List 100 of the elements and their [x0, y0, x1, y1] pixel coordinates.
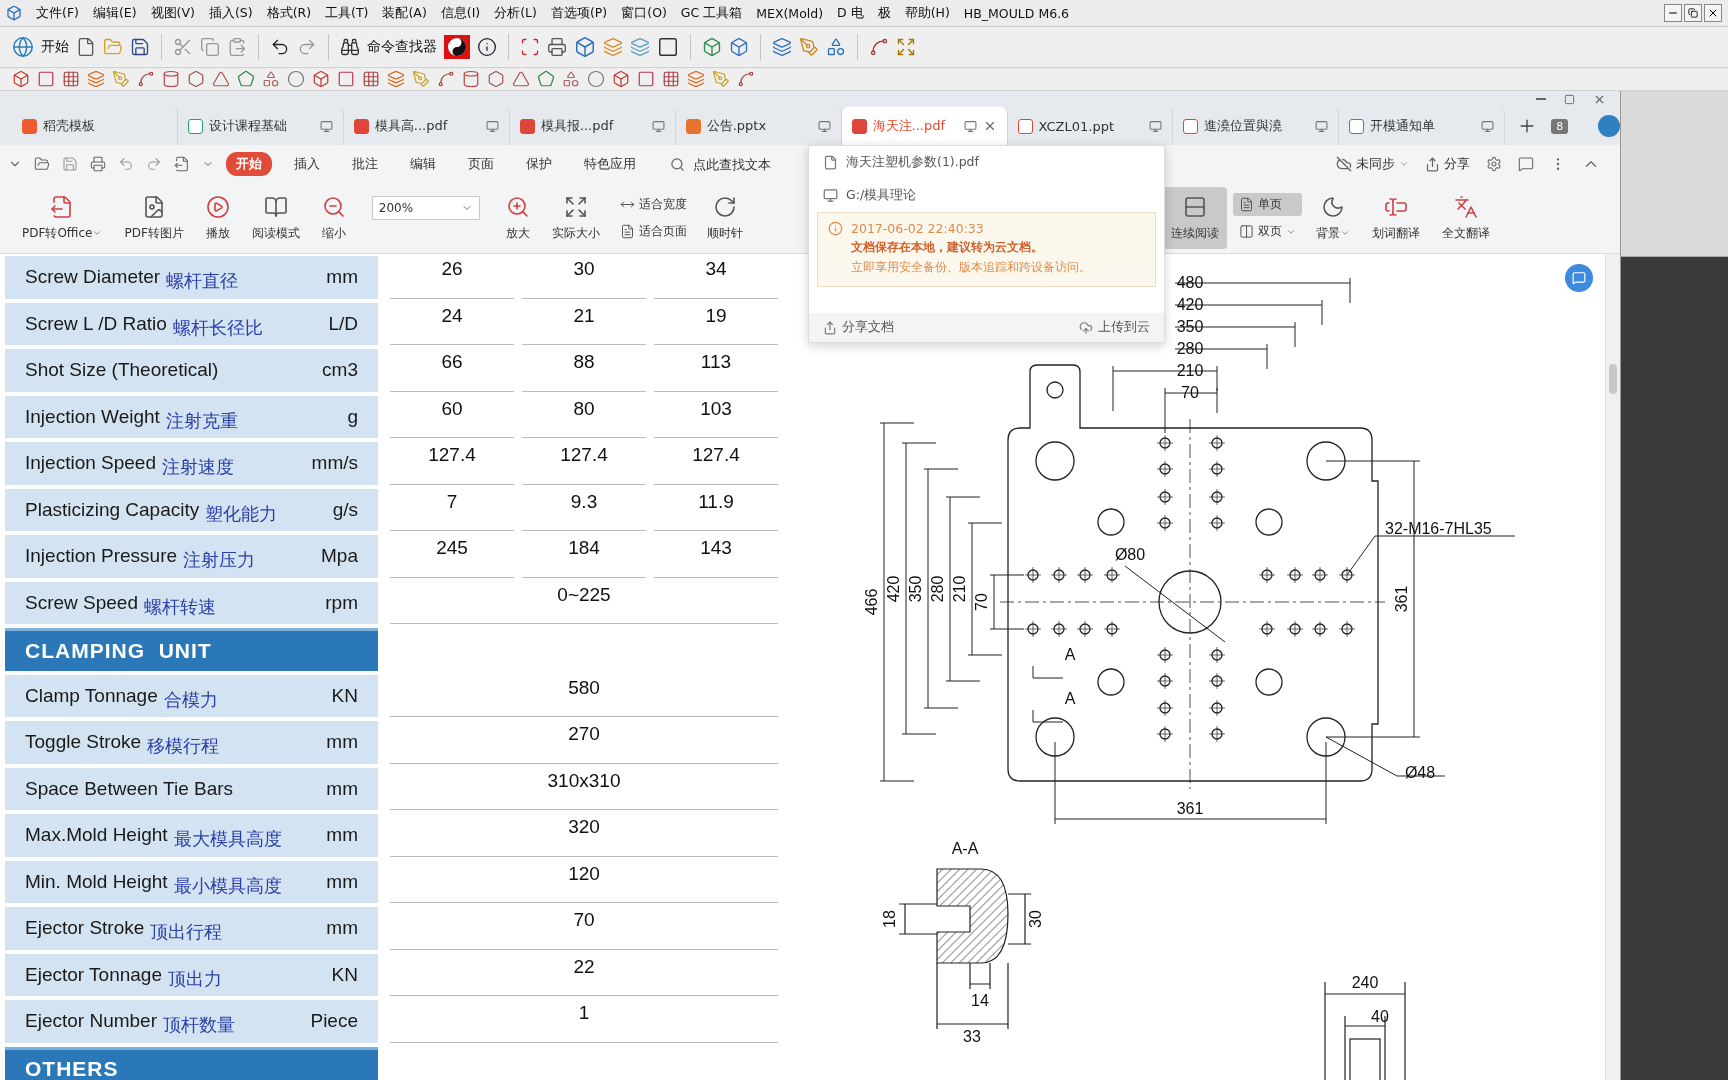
ribbon-button[interactable]: PDF转Office — [14, 187, 111, 249]
layers-icon[interactable] — [687, 70, 705, 88]
view-mode-button[interactable]: 适合页面 — [613, 220, 693, 243]
zoom-out-icon[interactable] — [321, 194, 346, 219]
menu-item[interactable]: HB_MOULD M6.6 — [963, 5, 1070, 21]
view-mode-button[interactable]: 单页 — [1232, 193, 1302, 216]
layers-icon[interactable] — [630, 37, 650, 57]
menu-item[interactable]: 装配(A) — [382, 4, 427, 22]
ribbon-button[interactable]: 阅读模式 — [243, 187, 308, 249]
grid-icon[interactable] — [662, 70, 680, 88]
document-icon[interactable] — [76, 37, 96, 57]
ribbon-button[interactable]: 划词翻译 — [1363, 187, 1428, 249]
ribbon-button[interactable]: 背景 — [1307, 187, 1358, 249]
hexagon-icon[interactable] — [487, 70, 505, 88]
search-field[interactable]: 点此查找文本 — [670, 155, 795, 173]
curve-icon[interactable] — [737, 70, 755, 88]
ribbon-tab[interactable]: 保护 — [516, 152, 562, 176]
circle-icon[interactable] — [287, 70, 305, 88]
ribbon-tab[interactable]: 插入 — [284, 152, 330, 176]
page-icon[interactable] — [619, 224, 635, 239]
undo-icon[interactable] — [270, 37, 290, 57]
document-tab[interactable]: 海天注...pdf — [841, 107, 1008, 145]
settings-icon[interactable] — [1486, 156, 1502, 172]
view-mode-button[interactable]: 适合宽度 — [613, 193, 693, 216]
hexagon-icon[interactable] — [187, 70, 205, 88]
upload-cloud-button[interactable]: 上传到云 — [1079, 319, 1150, 336]
ribbon-button[interactable]: 连续阅读 — [1162, 187, 1227, 249]
rows-icon[interactable] — [1182, 194, 1207, 219]
menu-item[interactable]: GC 工具箱 — [680, 4, 743, 22]
curve-icon[interactable] — [137, 70, 155, 88]
menu-item[interactable]: D 电 — [837, 4, 864, 22]
ribbon-button[interactable]: 缩小 — [313, 187, 354, 249]
page-icon[interactable] — [1238, 197, 1254, 212]
printer-icon[interactable] — [90, 156, 106, 172]
binoculars-icon[interactable] — [340, 37, 360, 57]
ribbon-button[interactable]: 实际大小 — [543, 187, 608, 249]
ribbon-tab[interactable]: 页面 — [458, 152, 504, 176]
menu-item[interactable]: 编辑(E) — [92, 4, 137, 22]
rotate-icon[interactable] — [712, 194, 737, 219]
ribbon-button[interactable]: 全文翻译 — [1433, 187, 1498, 249]
menu-item[interactable]: 格式(R) — [266, 4, 312, 22]
paste-icon[interactable] — [227, 37, 247, 57]
grid-icon[interactable] — [62, 70, 80, 88]
maximize-button[interactable] — [1564, 93, 1575, 105]
pentagon-icon[interactable] — [537, 70, 555, 88]
cube-icon[interactable] — [702, 37, 722, 57]
redo-icon[interactable] — [297, 37, 317, 57]
folder-icon[interactable] — [34, 156, 50, 172]
restore-button[interactable] — [1684, 4, 1702, 22]
layers-icon[interactable] — [603, 37, 623, 57]
layers-icon[interactable] — [87, 70, 105, 88]
pentagon-icon[interactable] — [237, 70, 255, 88]
ribbon-button[interactable]: PDF转图片 — [116, 187, 192, 249]
cube-icon[interactable] — [12, 70, 30, 88]
yin-yang-icon[interactable] — [444, 35, 470, 59]
share-document-button[interactable]: 分享文档 — [823, 319, 894, 336]
cylinder-icon[interactable] — [162, 70, 180, 88]
menu-item[interactable]: 极 — [877, 4, 891, 22]
triangle-icon[interactable] — [512, 70, 530, 88]
minimize-button[interactable] — [1664, 4, 1682, 22]
scissors-icon[interactable] — [173, 37, 193, 57]
sync-button[interactable]: 未同步 — [1336, 155, 1409, 173]
ribbon-tab[interactable]: 开始 — [226, 152, 272, 176]
menu-item[interactable]: MEX(Mold) — [756, 5, 824, 21]
cube-icon[interactable] — [612, 70, 630, 88]
view-mode-button[interactable]: 双页 — [1232, 220, 1302, 243]
menu-item[interactable]: 视图(V) — [150, 4, 195, 22]
close-button[interactable] — [1704, 4, 1722, 22]
file-export-icon[interactable] — [174, 156, 190, 172]
layers-icon[interactable] — [772, 37, 792, 57]
ribbon-button[interactable]: 播放 — [197, 187, 238, 249]
ribbon-tab[interactable]: 编辑 — [400, 152, 446, 176]
expand-icon[interactable] — [563, 194, 588, 219]
pen-icon[interactable] — [799, 37, 819, 57]
menu-item[interactable]: 工具(T) — [325, 4, 369, 22]
ribbon-button[interactable]: 顺时针 — [698, 187, 751, 249]
menu-item[interactable]: 插入(S) — [208, 4, 253, 22]
ribbon-tab[interactable]: 特色应用 — [574, 152, 646, 176]
scrollbar-thumb[interactable] — [1609, 364, 1617, 394]
cube-icon[interactable] — [729, 37, 749, 57]
menu-item[interactable]: 帮助(H) — [904, 4, 950, 22]
start-menu-button[interactable]: 开始 — [41, 38, 69, 56]
curve-icon[interactable] — [437, 70, 455, 88]
cylinder-icon[interactable] — [462, 70, 480, 88]
ribbon-button[interactable]: 放大 — [497, 187, 538, 249]
share-button[interactable]: 分享 — [1425, 155, 1470, 173]
columns-icon[interactable] — [1238, 224, 1254, 239]
save-icon[interactable] — [130, 37, 150, 57]
ribbon-tab[interactable]: 批注 — [342, 152, 388, 176]
command-finder-button[interactable]: 命令查找器 — [367, 38, 437, 56]
printer-icon[interactable] — [547, 37, 567, 57]
float-action-button[interactable] — [1565, 264, 1593, 292]
menu-item[interactable]: 首选项(P) — [550, 4, 608, 22]
avatar[interactable] — [1598, 115, 1620, 137]
zoom-field[interactable]: 200% — [371, 196, 480, 220]
comment-icon[interactable] — [1518, 156, 1534, 172]
spline-icon[interactable] — [869, 37, 889, 57]
menu-item[interactable]: 信息(I) — [440, 4, 481, 22]
zoom-in-icon[interactable] — [505, 194, 530, 219]
triangle-icon[interactable] — [212, 70, 230, 88]
